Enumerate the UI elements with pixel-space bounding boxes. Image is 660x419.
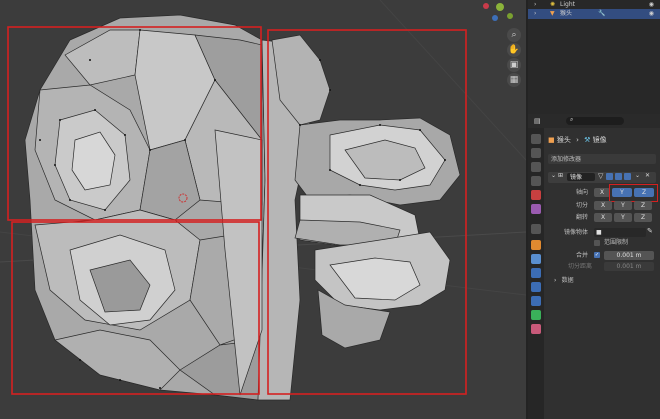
output-tab-icon[interactable] (531, 162, 541, 172)
flip-x-toggle[interactable]: X (594, 213, 612, 222)
data-tab-icon[interactable] (531, 310, 541, 320)
camera-icon[interactable]: ▣ (507, 58, 521, 72)
particles-tab-icon[interactable] (531, 268, 541, 278)
render-toggle-icon[interactable] (624, 173, 631, 180)
close-icon[interactable]: ✕ (645, 172, 650, 179)
flip-y-toggle[interactable]: Y (614, 213, 632, 222)
scene-tab-icon[interactable] (531, 190, 541, 200)
material-tab-icon[interactable] (531, 324, 541, 334)
merge-distance-field[interactable]: 0.001 m (604, 251, 654, 260)
constraints-tab-icon[interactable] (531, 296, 541, 306)
world-tab-icon[interactable] (531, 204, 541, 214)
wrench-icon: ⚒ (584, 136, 591, 144)
modifier-icon: 🔧 (598, 10, 606, 17)
object-icon: ■ (596, 229, 602, 236)
object-tab-icon[interactable] (531, 240, 541, 250)
mirror-icon: ⊞ (558, 172, 564, 179)
expand-icon[interactable]: › (534, 9, 536, 19)
outliner-item-monkey[interactable]: › ▼ 猴头 🔧 ◉ (528, 9, 660, 19)
vertex-filter-icon[interactable]: ▽ (598, 172, 603, 180)
properties-panel[interactable]: ▤ ⌕ ■ 猴头 › ⚒ 镜像 添加修改器 ⌄ ⊞ 镜像 ▽ ⌄ ✕ 轴向 X … (528, 114, 660, 419)
mirror-object-field[interactable]: ■ (594, 228, 646, 237)
add-modifier-button[interactable]: 添加修改器 (548, 154, 656, 164)
eyedropper-icon[interactable]: ✎ (647, 227, 653, 235)
zoom-icon[interactable]: ⌕ (507, 28, 521, 42)
clipping-checkbox[interactable] (594, 240, 600, 246)
grid-ortho-icon[interactable]: ▦ (507, 73, 521, 87)
eye-icon[interactable]: ◉ (649, 9, 654, 19)
annotation-box-axis (609, 184, 658, 202)
outliner-panel[interactable]: › ✺ Light ◉ › ▼ 猴头 🔧 ◉ (528, 0, 660, 114)
hand-pan-icon[interactable]: ✋ (507, 43, 521, 57)
bisect-distance-field[interactable]: 0.001 m (604, 262, 654, 271)
editor-type-icon[interactable]: ▤ (534, 117, 541, 125)
data-subpanel-header[interactable]: › 数据 (554, 276, 574, 285)
mesh-object-icon: ▼ (550, 10, 555, 17)
merge-checkbox[interactable]: ✓ (594, 252, 600, 258)
search-icon: ⌕ (570, 116, 574, 123)
axis-x-toggle[interactable]: X (594, 188, 610, 197)
bisect-z-toggle[interactable]: Z (634, 201, 652, 210)
dropdown-icon[interactable]: ⌄ (635, 172, 640, 179)
collapse-icon[interactable]: ⌄ (551, 172, 556, 179)
modifier-tab-icon[interactable] (531, 254, 541, 264)
physics-tab-icon[interactable] (531, 282, 541, 292)
bisect-x-toggle[interactable]: X (594, 201, 612, 210)
bisect-y-toggle[interactable]: Y (614, 201, 632, 210)
modifier-name-field[interactable]: 镜像 (567, 173, 595, 181)
edit-mode-toggle-icon[interactable] (606, 173, 613, 180)
flip-z-toggle[interactable]: Z (634, 213, 652, 222)
render-tab-icon[interactable] (531, 148, 541, 158)
breadcrumb: ■ 猴头 › ⚒ 镜像 (548, 136, 607, 144)
3d-viewport[interactable]: ⌕ ✋ ▣ ▦ (0, 0, 526, 419)
mirror-modifier-header[interactable]: ⌄ ⊞ 镜像 ▽ ⌄ ✕ (548, 172, 656, 183)
properties-search[interactable]: ⌕ (566, 116, 624, 125)
mesh-object-icon: ■ (548, 136, 555, 144)
view-layer-tab-icon[interactable] (531, 176, 541, 186)
collection-tab-icon[interactable] (531, 224, 541, 234)
chevron-right-icon: › (554, 277, 557, 284)
tool-tab-icon[interactable] (531, 134, 541, 144)
viewport-canvas (0, 0, 526, 401)
properties-tabs (528, 128, 544, 419)
viewport-toggle-icon[interactable] (615, 173, 622, 180)
